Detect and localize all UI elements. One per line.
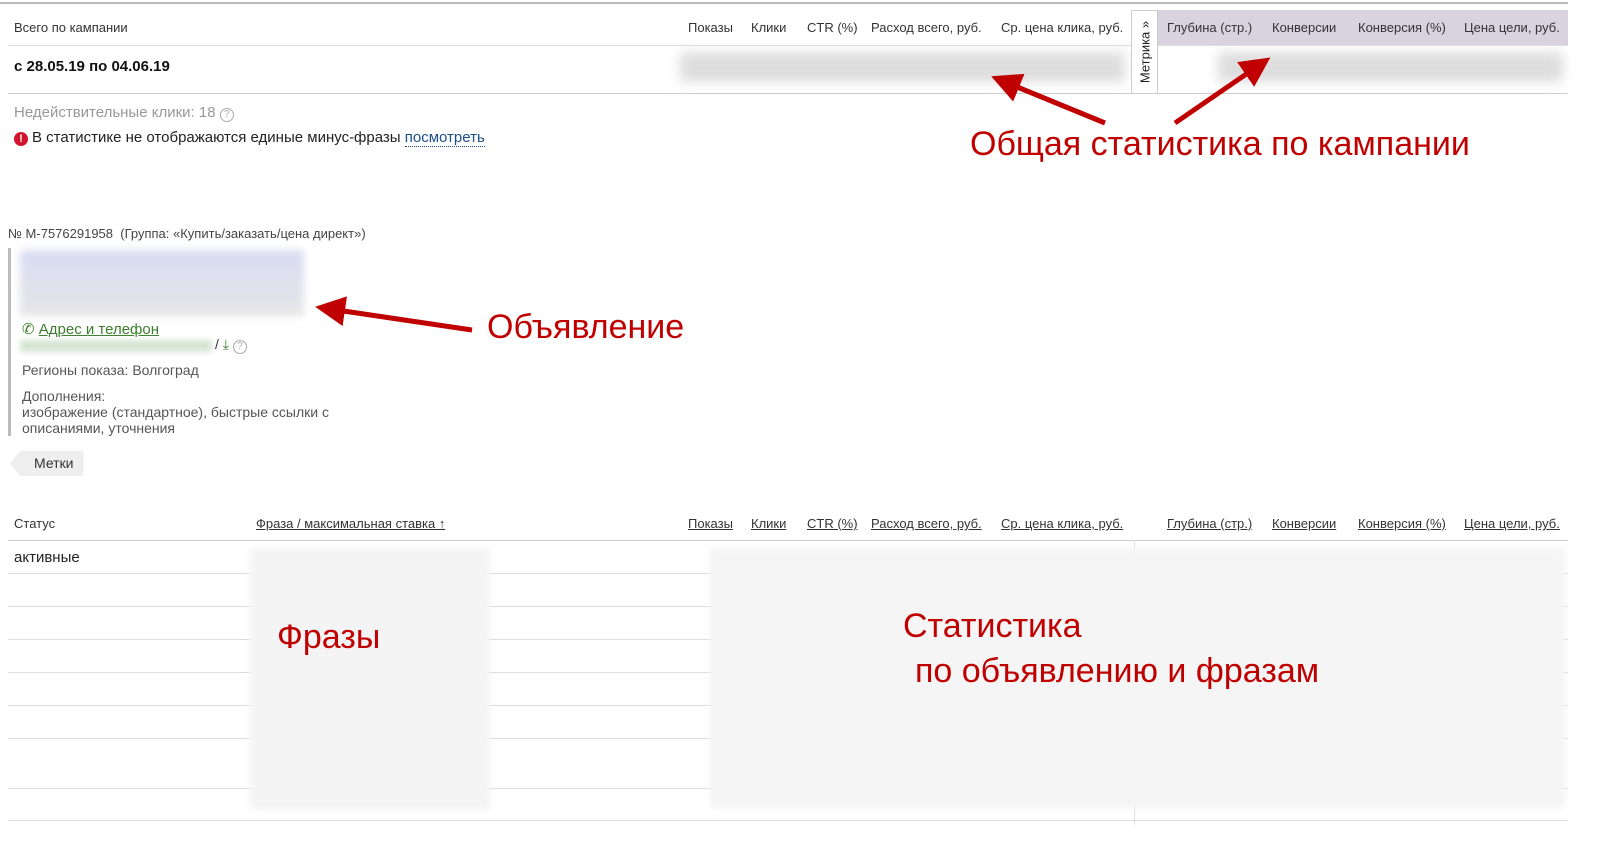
annotation-phrases: Фразы <box>277 618 381 656</box>
annotation-ad: Объявление <box>487 308 685 346</box>
annotation-stats-2: по объявлению и фразам <box>915 652 1320 690</box>
annotation-campaign: Общая статистика по кампании <box>970 125 1470 163</box>
arrow <box>1173 57 1271 126</box>
annotation-stats-1: Статистика <box>903 607 1082 645</box>
arrow <box>991 73 1106 126</box>
arrow <box>315 296 473 333</box>
